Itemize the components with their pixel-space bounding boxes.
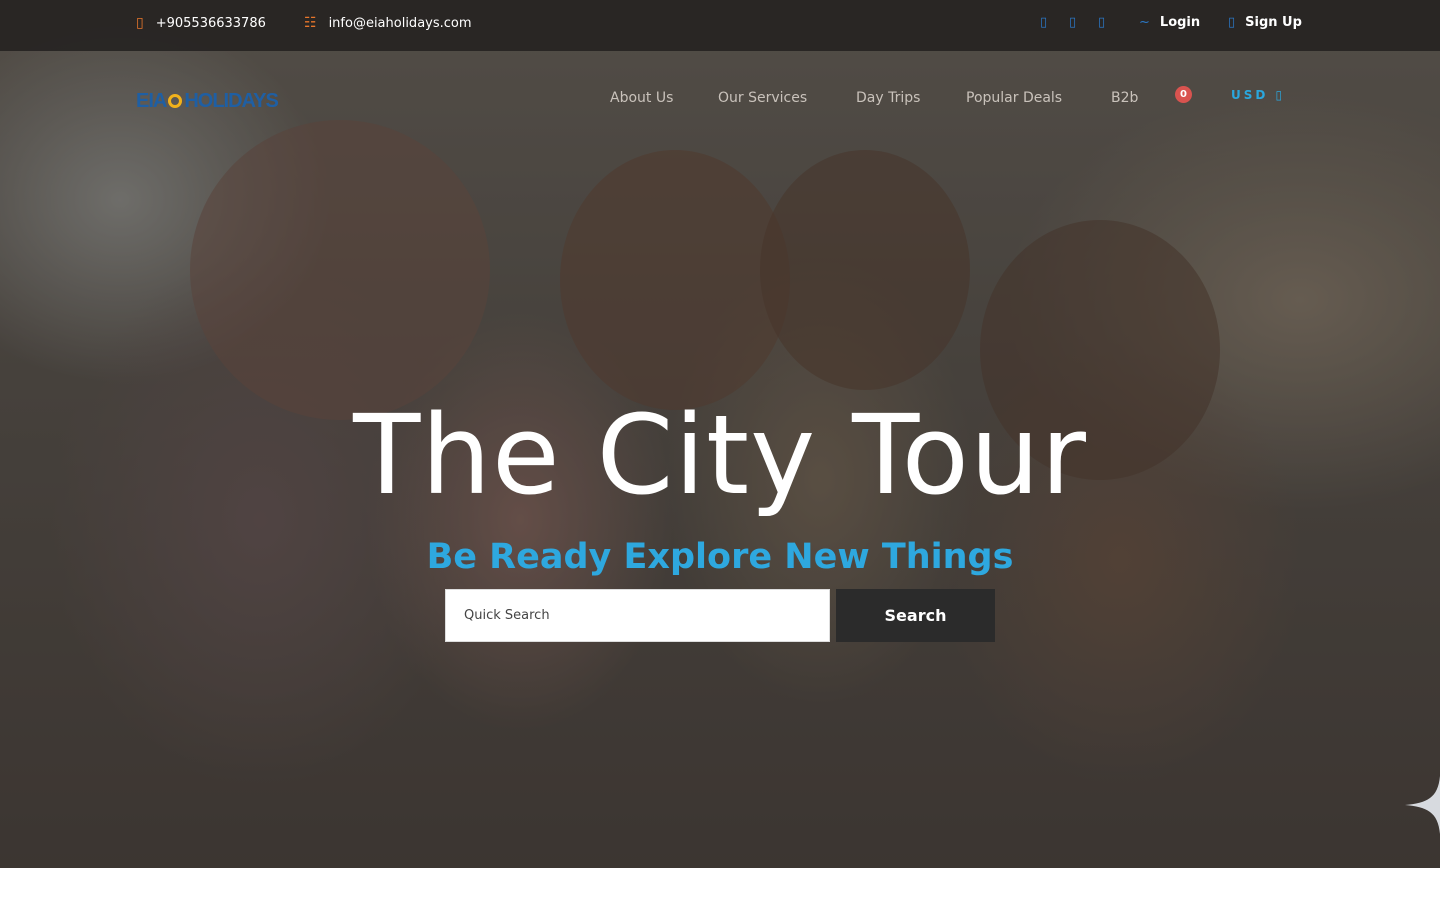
hero-subtitle: Be Ready Explore New Things <box>426 537 1014 577</box>
logo-ring-icon <box>168 94 183 108</box>
currency-label: USD <box>1231 88 1269 102</box>
email-contact[interactable]: ☷ info@eiaholidays.com <box>304 15 472 31</box>
currency-selector[interactable]: USD ▯ <box>1231 88 1282 102</box>
nav-item-about-us[interactable]: About Us <box>610 90 673 106</box>
twitter-icon[interactable]: ▯ <box>1069 15 1076 30</box>
signup-link[interactable]: ▯ Sign Up <box>1228 15 1302 30</box>
top-bar: ▯ +905536633786 ☷ info@eiaholidays.com ▯… <box>0 0 1440 51</box>
user-icon: ▯ <box>1228 15 1236 30</box>
phone-contact[interactable]: ▯ +905536633786 <box>136 15 266 31</box>
logo-text-left: EIA <box>136 89 167 112</box>
star-sparkle-icon <box>1405 776 1440 834</box>
caret-down-icon: ▯ <box>1275 88 1283 102</box>
site-logo[interactable]: EIA HOLIDAYS <box>136 88 286 114</box>
phone-number[interactable]: +905536633786 <box>156 16 266 31</box>
instagram-icon[interactable]: ▯ <box>1098 15 1105 30</box>
search-input[interactable] <box>445 589 830 642</box>
tilde-icon: ~ <box>1139 15 1150 30</box>
nav-item-b2b[interactable]: B2b <box>1111 90 1138 106</box>
logo-text-right: HOLIDAYS <box>184 89 279 112</box>
email-address[interactable]: info@eiaholidays.com <box>329 16 472 31</box>
nav-item-day-trips[interactable]: Day Trips <box>856 90 920 106</box>
envelope-icon: ☷ <box>304 15 317 31</box>
signup-label[interactable]: Sign Up <box>1245 15 1302 30</box>
nav-item-our-services[interactable]: Our Services <box>718 90 807 106</box>
cart-badge[interactable]: 0 <box>1175 86 1192 103</box>
login-link[interactable]: ~ Login <box>1139 15 1200 30</box>
login-label[interactable]: Login <box>1160 15 1200 30</box>
phone-icon: ▯ <box>136 15 144 31</box>
nav-item-popular-deals[interactable]: Popular Deals <box>966 90 1062 106</box>
hero-title: The City Tour <box>353 391 1087 519</box>
facebook-icon[interactable]: ▯ <box>1040 15 1047 30</box>
search-button[interactable]: Search <box>836 589 995 642</box>
